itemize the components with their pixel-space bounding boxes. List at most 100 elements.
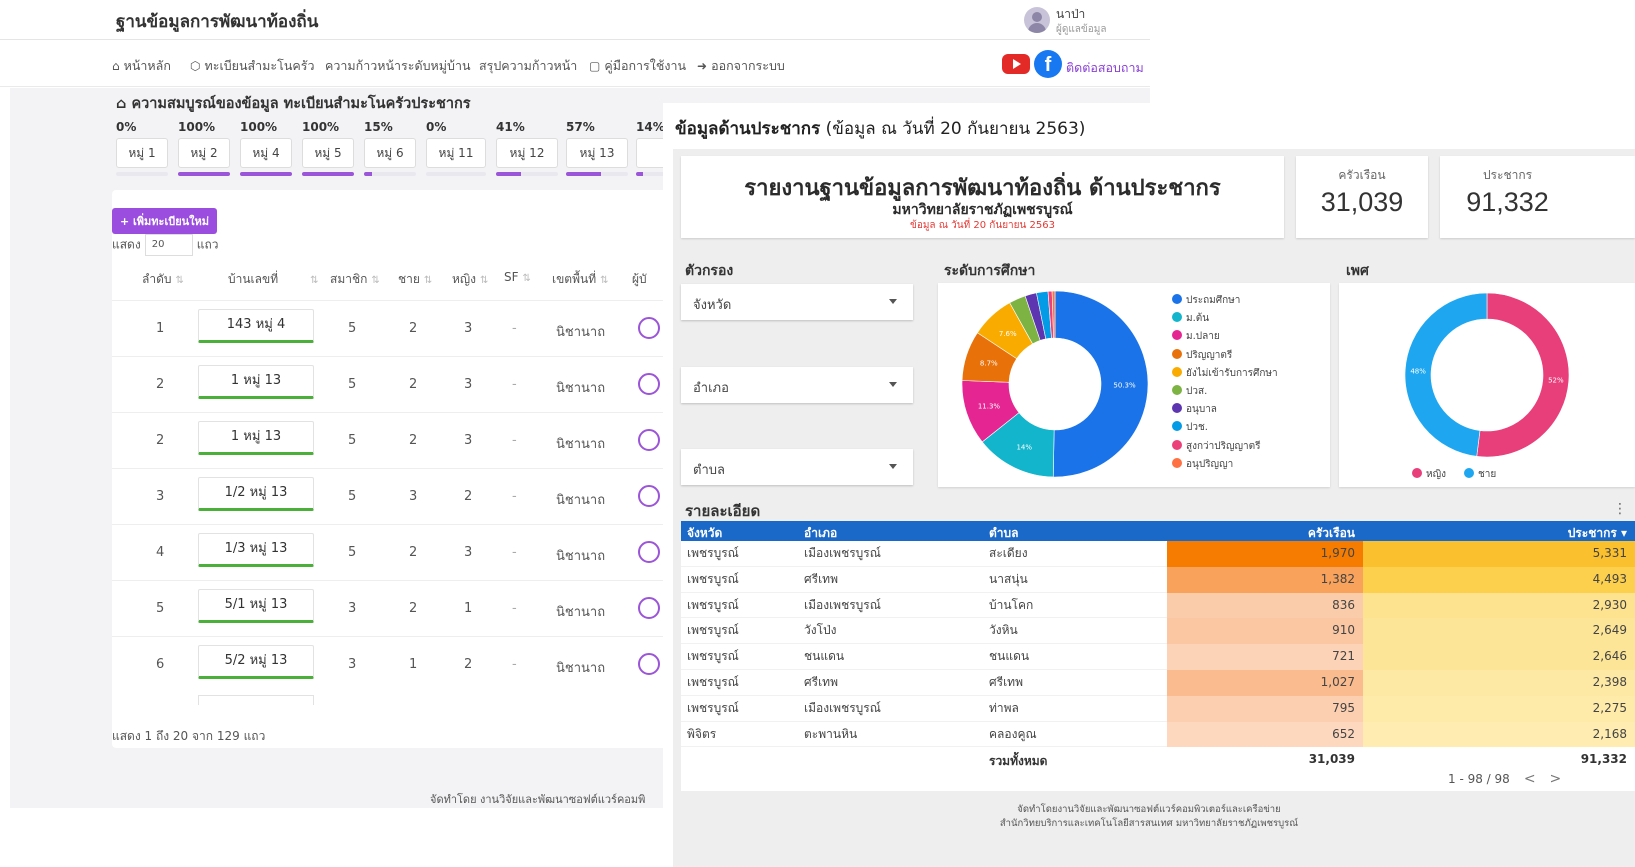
avatar[interactable] — [1024, 7, 1050, 33]
filter-label: อำเภอ — [693, 381, 729, 396]
village-progress-item: 41% หมู่ 12 — [496, 120, 558, 176]
legend-item[interactable]: ปริญญาตรี — [1172, 348, 1278, 366]
col-male[interactable]: ชาย ⇅ — [398, 270, 432, 289]
author-avatar[interactable] — [638, 653, 660, 675]
col-label: SF — [504, 270, 519, 284]
cell-households: 1,970 — [1167, 541, 1363, 567]
author-avatar[interactable] — [638, 373, 660, 395]
author-avatar[interactable] — [638, 485, 660, 507]
prev-page-icon[interactable]: < — [1524, 771, 1536, 787]
stat-label: ประชากร — [1482, 168, 1533, 182]
village-button[interactable]: หมู่ 2 — [178, 138, 230, 168]
village-button[interactable]: หมู่ 11 — [426, 138, 486, 168]
table-row[interactable]: พิจิตร ตะพานหิน คลองคูณ 652 2,168 — [681, 721, 1635, 748]
table-row[interactable]: เพชรบูรณ์ ศรีเทพ นาสนุ่น 1,382 4,493 — [681, 566, 1635, 593]
next-page-icon[interactable]: > — [1550, 771, 1562, 787]
table-row[interactable]: เพชรบูรณ์ วังโป่ง วังหิน 910 2,649 — [681, 618, 1635, 645]
legend-item[interactable]: ม.ต้น — [1172, 311, 1278, 329]
village-button[interactable]: หมู่ 12 — [496, 138, 558, 168]
village-progress-item: 15% หมู่ 6 — [364, 120, 416, 176]
table-row[interactable]: เพชรบูรณ์ ชนแดน ชนแดน 721 2,646 — [681, 644, 1635, 670]
table-row[interactable]: 1 143 หมู่ 4 5 2 3 - นิชานาถ — [112, 300, 672, 356]
village-button[interactable]: หมู่ 4 — [240, 138, 292, 168]
village-button[interactable]: หมู่ 5 — [302, 138, 354, 168]
col-female[interactable]: หญิง ⇅ — [452, 270, 488, 289]
district-filter[interactable]: อำเภอ — [681, 367, 913, 403]
col-zone[interactable]: เขตพื้นที่ ⇅ — [552, 270, 609, 289]
table-row[interactable]: 2 1 หมู่ 13 5 2 3 - นิชานาถ — [112, 356, 672, 412]
cell-zone: นิชานาถ — [556, 549, 606, 564]
house-number-link[interactable]: 5/2 หมู่ 13 — [198, 645, 314, 679]
legend-item[interactable]: สูงกว่าปริญญาตรี — [1172, 439, 1278, 457]
legend-item[interactable]: ปวช. — [1172, 420, 1278, 438]
nav-summary[interactable]: สรุปความก้าวหน้า — [479, 56, 577, 76]
nav-manual[interactable]: ▢ คู่มือการใช้งาน — [589, 56, 686, 76]
contact-link[interactable]: ติดต่อสอบถาม — [1066, 58, 1144, 78]
nav-home[interactable]: ⌂ หน้าหลัก — [112, 56, 171, 76]
user-menu[interactable]: นาป่า ผู้ดูแลข้อมูล — [1024, 3, 1154, 37]
village-button[interactable]: หมู่ 13 — [566, 138, 628, 168]
education-donut-chart[interactable]: 50.3% 14% 11.3% 8.7% 7.6% — [938, 283, 1168, 487]
table-row[interactable]: 6 5/2 หมู่ 13 3 1 2 - นิชานาถ — [112, 636, 672, 692]
brand-title[interactable]: ฐานข้อมูลการพัฒนาท้องถิ่น — [116, 8, 318, 35]
cell-subdistrict: ศรีเทพ — [989, 675, 1023, 689]
sex-chart-card: 52% 48% หญิง ชาย — [1339, 283, 1635, 487]
table-row[interactable]: 3 1/2 หมู่ 13 5 3 2 - นิชานาถ — [112, 468, 672, 524]
table-row[interactable]: เพชรบูรณ์ เมืองเพชรบูรณ์ ท่าพล 795 2,275 — [681, 695, 1635, 722]
legend-item[interactable]: อนุบาล — [1172, 402, 1278, 420]
more-options-icon[interactable]: ⋮ — [1613, 501, 1627, 517]
house-number-link[interactable]: 5/1 หมู่ 13 — [198, 589, 314, 623]
nav-census[interactable]: ⬡ ทะเบียนสำมะโนครัว — [190, 56, 314, 76]
village-button[interactable]: หมู่ 6 — [364, 138, 416, 168]
house-number-link[interactable]: 1 หมู่ 13 — [198, 421, 314, 455]
slice-label: 8.7% — [980, 360, 998, 368]
legend-item[interactable]: อนุปริญญา — [1172, 457, 1278, 475]
completeness-title: ⌂ ความสมบูรณ์ของข้อมูล ทะเบียนสำมะโนครัว… — [116, 92, 471, 115]
author-avatar[interactable] — [638, 317, 660, 339]
village-percent: 0% — [426, 120, 447, 134]
facebook-icon[interactable]: f — [1034, 50, 1062, 78]
col-house[interactable]: บ้านเลขที่ ⇅ — [228, 270, 319, 289]
slice-label: 7.6% — [999, 330, 1017, 338]
legend-item[interactable]: ม.ปลาย — [1172, 329, 1278, 347]
house-number-link[interactable]: 1 หมู่ 13 — [198, 365, 314, 399]
nav-logout[interactable]: ➜ ออกจากระบบ — [697, 56, 785, 76]
add-record-button[interactable]: + เพิ่มทะเบียนใหม่ — [112, 208, 218, 234]
house-number-link[interactable]: 1/2 หมู่ 13 — [198, 477, 314, 511]
dashboard-title-date: (ข้อมูล ณ วันที่ 20 กันยายน 2563) — [820, 119, 1086, 139]
cell-population: 2,646 — [1363, 644, 1635, 670]
table-row[interactable]: 5 5/1 หมู่ 13 3 2 1 - นิชานาถ — [112, 580, 672, 636]
author-avatar[interactable] — [638, 597, 660, 619]
legend-swatch — [1172, 457, 1182, 468]
province-filter[interactable]: จังหวัด — [681, 284, 913, 320]
education-heading: ระดับการศึกษา — [944, 263, 1036, 279]
subdistrict-filter[interactable]: ตำบล — [681, 449, 913, 485]
legend-item[interactable]: ยังไม่เข้ารับการศึกษา — [1172, 366, 1278, 384]
table-row[interactable]: เพชรบูรณ์ เมืองเพชรบูรณ์ สะเดียง 1,970 5,331 — [681, 541, 1635, 567]
table-row[interactable]: 2 1 หมู่ 13 5 2 3 - นิชานาถ — [112, 412, 672, 468]
cell-population: 4,493 — [1363, 566, 1635, 593]
table-row[interactable]: เพชรบูรณ์ ศรีเทพ ศรีเทพ 1,027 2,398 — [681, 670, 1635, 696]
slice-หญิง[interactable] — [1476, 292, 1570, 458]
slice-label: 48% — [1410, 368, 1426, 376]
page-length-select[interactable]: 20 — [144, 234, 193, 256]
nav-village-progress[interactable]: ความก้าวหน้าระดับหมู่บ้าน — [325, 56, 471, 76]
col-author[interactable]: ผู้บั — [632, 270, 647, 289]
cell-households: 795 — [1167, 695, 1363, 722]
col-sf[interactable]: SF ⇅ — [504, 270, 531, 284]
col-members[interactable]: สมาชิก ⇅ — [330, 270, 380, 289]
author-avatar[interactable] — [638, 429, 660, 451]
table-row[interactable]: เพชรบูรณ์ เมืองเพชรบูรณ์ บ้านโคก 836 2,930 — [681, 592, 1635, 619]
youtube-icon[interactable] — [1002, 54, 1030, 74]
village-button[interactable]: หมู่ 1 — [116, 138, 168, 168]
col-no[interactable]: ลำดับ ⇅ — [142, 270, 184, 289]
table-row[interactable]: 4 1/3 หมู่ 13 5 2 3 - นิชานาถ — [112, 524, 672, 580]
house-number-link[interactable]: 143 หมู่ 4 — [198, 309, 314, 343]
sex-donut-chart[interactable]: 52% 48% หญิง ชาย — [1339, 283, 1635, 487]
legend-item[interactable]: ประถมศึกษา — [1172, 293, 1278, 311]
legend-item[interactable]: ปวส. — [1172, 384, 1278, 402]
house-number-link[interactable]: 1/3 หมู่ 13 — [198, 533, 314, 567]
author-avatar[interactable] — [638, 541, 660, 563]
cube-icon: ⬡ — [190, 59, 201, 73]
sort-icon: ⇅ — [423, 275, 433, 286]
